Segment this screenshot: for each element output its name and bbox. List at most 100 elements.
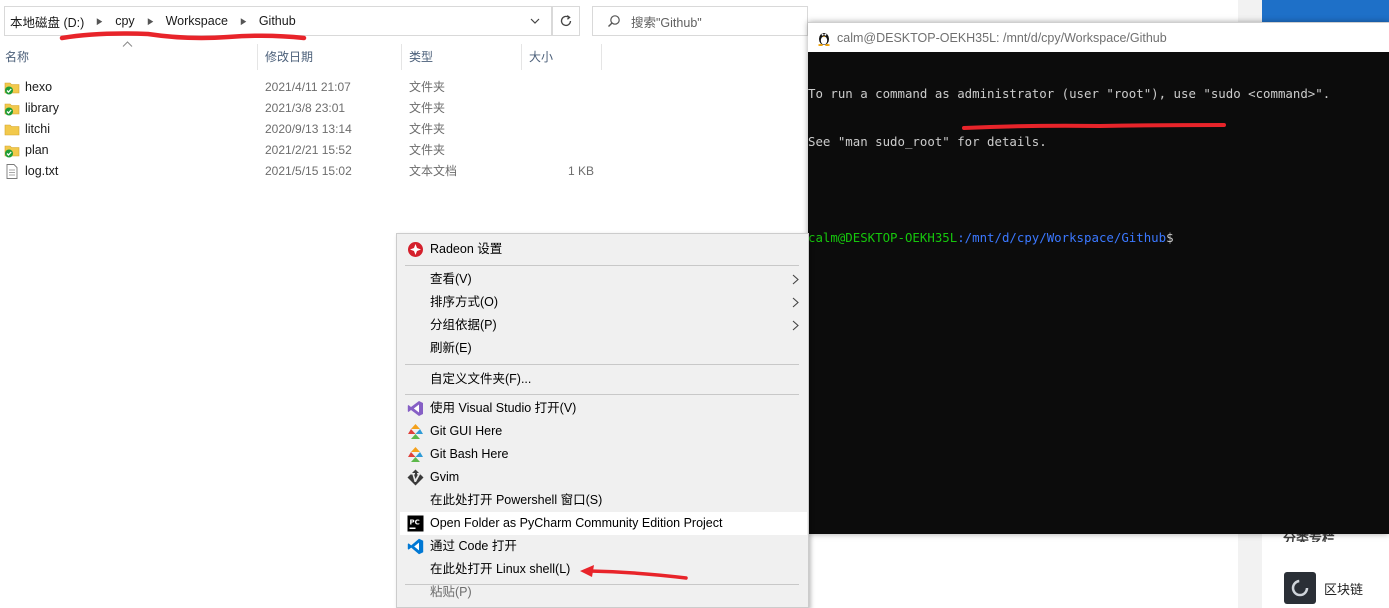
file-size: 1 KB — [567, 164, 594, 178]
menu-item-git-gui-here[interactable]: Git GUI Here — [400, 420, 807, 443]
menu-item-label: Radeon 设置 — [430, 242, 503, 256]
gvim-icon — [407, 469, 424, 486]
linux-tux-icon — [818, 32, 830, 46]
column-header-row: 名称 修改日期 类型 大小 — [0, 44, 808, 70]
file-type: 文本文档 — [409, 164, 458, 178]
column-header-size[interactable]: 大小 — [524, 44, 602, 70]
menu-item-label: 在此处打开 Linux shell(L) — [430, 562, 571, 576]
breadcrumb-item-github[interactable]: Github — [256, 14, 299, 28]
file-date: 2021/4/11 21:07 — [265, 80, 351, 94]
file-name: plan — [25, 143, 49, 157]
terminal-line: To run a command as administrator (user … — [808, 86, 1331, 101]
breadcrumb-separator-icon[interactable]: ▶ — [140, 16, 160, 27]
file-type: 文件夹 — [409, 143, 446, 157]
menu-item-open-with-code[interactable]: 通过 Code 打开 — [400, 535, 807, 558]
prompt-path: :/mnt/d/cpy/Workspace/Github — [957, 230, 1167, 245]
file-date: 2021/5/15 15:02 — [265, 164, 352, 178]
file-date: 2021/3/8 23:01 — [265, 101, 346, 115]
breadcrumb-separator-icon[interactable]: ▶ — [90, 16, 110, 27]
menu-item-refresh[interactable]: 刷新(E) — [400, 337, 807, 360]
menu-item-sort-by[interactable]: 排序方式(O) — [400, 291, 807, 314]
menu-item-customize-folder[interactable]: 自定义文件夹(F)... — [400, 368, 807, 391]
file-list: hexo 2021/4/11 21:07 文件夹 library 2021/3/… — [0, 77, 808, 182]
address-history-chevron-down-icon[interactable] — [529, 15, 541, 27]
prompt-user-host: calm@DESKTOP-OEKH35L — [808, 230, 958, 245]
visual-studio-icon — [407, 401, 423, 416]
file-row-library[interactable]: library 2021/3/8 23:01 文件夹 — [0, 98, 808, 119]
menu-item-open-visual-studio[interactable]: 使用 Visual Studio 打开(V) — [400, 397, 807, 420]
menu-item-open-powershell[interactable]: 在此处打开 Powershell 窗口(S) — [400, 489, 807, 512]
menu-separator — [405, 394, 799, 395]
folder-icon — [4, 124, 20, 136]
menu-item-label: Git GUI Here — [430, 424, 503, 438]
menu-item-label: 通过 Code 打开 — [430, 539, 517, 553]
terminal-output[interactable]: To run a command as administrator (user … — [808, 52, 1389, 534]
menu-item-group-by[interactable]: 分组依据(P) — [400, 314, 807, 337]
submenu-chevron-right-icon — [792, 274, 799, 285]
folder-synced-icon — [4, 82, 20, 95]
git-bash-icon — [408, 447, 423, 462]
file-name: hexo — [25, 80, 53, 94]
column-header-name[interactable]: 名称 — [0, 44, 258, 70]
menu-item-gvim[interactable]: Gvim — [400, 466, 807, 489]
menu-item-label: 使用 Visual Studio 打开(V) — [430, 401, 577, 415]
prompt-symbol: $ — [1166, 230, 1174, 245]
breadcrumb-item-cpy[interactable]: cpy — [112, 14, 137, 28]
background-category-item[interactable]: 区块链 — [1284, 572, 1363, 604]
file-name: library — [25, 101, 60, 115]
terminal-titlebar[interactable]: calm@DESKTOP-OEKH35L: /mnt/d/cpy/Workspa… — [808, 22, 1389, 52]
menu-item-label: Gvim — [430, 470, 460, 484]
git-gui-icon — [408, 424, 423, 439]
refresh-icon — [560, 15, 572, 27]
column-header-type[interactable]: 类型 — [404, 44, 522, 70]
svg-text:PC: PC — [410, 519, 420, 527]
menu-item-radeon-settings[interactable]: Radeon 设置 — [400, 238, 807, 261]
file-type: 文件夹 — [409, 101, 446, 115]
pycharm-icon: PC — [407, 515, 424, 532]
file-row-plan[interactable]: plan 2021/2/21 15:52 文件夹 — [0, 140, 808, 161]
file-name: litchi — [25, 122, 51, 136]
menu-separator — [405, 364, 799, 365]
terminal-title: calm@DESKTOP-OEKH35L: /mnt/d/cpy/Workspa… — [837, 30, 1167, 45]
menu-item-paste[interactable]: 粘贴(P) — [400, 581, 807, 604]
file-date: 2021/2/21 15:52 — [265, 143, 352, 157]
menu-item-open-linux-shell[interactable]: 在此处打开 Linux shell(L) — [400, 558, 807, 581]
search-icon — [608, 15, 620, 27]
file-row-litchi[interactable]: litchi 2020/9/13 13:14 文件夹 — [0, 119, 808, 140]
file-row-hexo[interactable]: hexo 2021/4/11 21:07 文件夹 — [0, 77, 808, 98]
radeon-icon — [408, 242, 423, 257]
breadcrumb-item-drive[interactable]: 本地磁盘 (D:) — [7, 12, 87, 31]
folder-synced-icon — [4, 145, 20, 158]
breadcrumb-separator-icon[interactable]: ▶ — [233, 16, 253, 27]
menu-item-label: 查看(V) — [430, 272, 472, 286]
search-placeholder: 搜索"Github" — [631, 15, 702, 30]
file-type: 文件夹 — [409, 122, 446, 136]
menu-item-git-bash-here[interactable]: Git Bash Here — [400, 443, 807, 466]
category-label: 区块链 — [1324, 581, 1364, 597]
file-type: 文件夹 — [409, 80, 446, 94]
submenu-chevron-right-icon — [792, 320, 799, 331]
refresh-button[interactable] — [552, 6, 580, 36]
menu-item-open-pycharm[interactable]: PC Open Folder as PyCharm Community Edit… — [400, 512, 807, 535]
menu-item-label: Open Folder as PyCharm Community Edition… — [430, 516, 723, 530]
terminal-window[interactable]: calm@DESKTOP-OEKH35L: /mnt/d/cpy/Workspa… — [808, 22, 1389, 534]
column-header-date[interactable]: 修改日期 — [260, 44, 402, 70]
search-input[interactable]: 搜索"Github" — [592, 6, 808, 36]
file-row-log-txt[interactable]: log.txt 2021/5/15 15:02 文本文档 1 KB — [0, 161, 808, 182]
menu-item-label: 分组依据(P) — [430, 318, 497, 332]
folder-synced-icon — [4, 103, 20, 116]
breadcrumb: 本地磁盘 (D:) ▶ cpy ▶ Workspace ▶ Github — [7, 7, 299, 35]
breadcrumb-item-workspace[interactable]: Workspace — [163, 14, 231, 28]
file-name: log.txt — [25, 164, 59, 178]
context-menu: Radeon 设置 查看(V) 排序方式(O) 分组依据(P) 刷新(E) 自定… — [396, 233, 809, 608]
address-bar[interactable]: 本地磁盘 (D:) ▶ cpy ▶ Workspace ▶ Github — [4, 6, 552, 36]
menu-item-label: 刷新(E) — [430, 341, 472, 355]
menu-item-view[interactable]: 查看(V) — [400, 268, 807, 291]
background-banner — [1262, 0, 1389, 22]
vscode-icon — [407, 538, 424, 555]
category-thumbnail — [1284, 572, 1316, 604]
menu-item-label: 排序方式(O) — [430, 295, 499, 309]
menu-item-label: 自定义文件夹(F)... — [430, 372, 532, 386]
menu-item-label: 在此处打开 Powershell 窗口(S) — [430, 493, 603, 507]
